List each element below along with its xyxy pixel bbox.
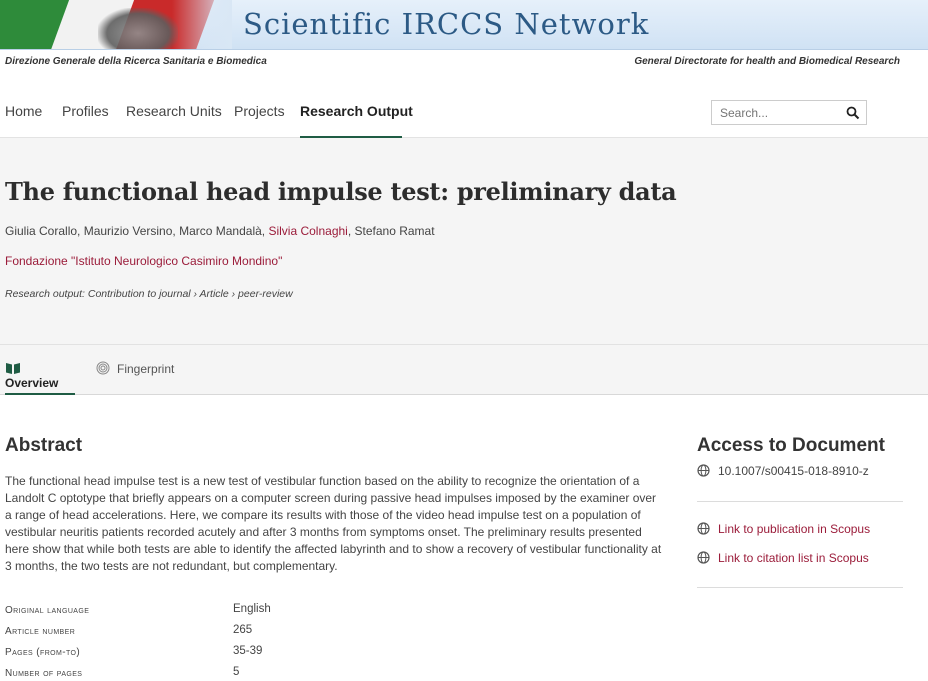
abstract-text: The functional head impulse test is a ne… xyxy=(5,474,662,573)
metadata-row: Pages (from-to) 35-39 xyxy=(5,645,405,666)
globe-icon xyxy=(697,464,710,477)
metadata-value: English xyxy=(233,603,271,615)
tab-fingerprint[interactable]: Fingerprint xyxy=(95,361,174,395)
italian-flag-logo xyxy=(0,0,232,49)
organisation-link[interactable]: Fondazione "Istituto Neurologico Casimir… xyxy=(5,254,282,268)
metadata-value: 35-39 xyxy=(233,645,263,657)
nav-home[interactable]: Home xyxy=(5,103,42,119)
link-publication-scopus[interactable]: Link to publication in Scopus xyxy=(697,522,870,536)
link-citations-scopus[interactable]: Link to citation list in Scopus xyxy=(697,551,869,565)
doi-value[interactable]: 10.1007/s00415-018-8910-z xyxy=(718,464,869,478)
divider xyxy=(697,501,903,502)
banner-subtitle-english: General Directorate for health and Biome… xyxy=(634,56,900,67)
metadata-row: Original language English xyxy=(5,603,405,624)
metadata-key: Number of pages xyxy=(5,668,83,679)
research-output-type: Research output: Contribution to journal… xyxy=(5,288,293,300)
link-publication-label: Link to publication in Scopus xyxy=(718,522,871,536)
metadata-key: Original language xyxy=(5,605,90,616)
search-icon[interactable] xyxy=(846,106,860,120)
banner-title: Scientific IRCCS Network xyxy=(243,7,650,41)
metadata-row: Number of pages 5 xyxy=(5,666,405,681)
fingerprint-icon xyxy=(96,361,110,375)
site-banner: Scientific IRCCS Network xyxy=(0,0,928,50)
tab-overview[interactable]: Overview xyxy=(5,361,75,395)
nav-projects[interactable]: Projects xyxy=(234,103,285,119)
doi-entry: 10.1007/s00415-018-8910-z xyxy=(697,464,869,478)
tab-fingerprint-label: Fingerprint xyxy=(117,362,175,376)
book-icon xyxy=(6,363,20,374)
metadata-value: 5 xyxy=(233,666,240,678)
content-tabs: Overview Fingerprint xyxy=(0,345,928,395)
author-name: , Stefano Ramat xyxy=(347,224,435,238)
abstract-heading: Abstract xyxy=(5,435,83,456)
page-title: The functional head impulse test: prelim… xyxy=(5,177,677,206)
metadata-value: 265 xyxy=(233,624,253,636)
divider xyxy=(697,587,903,588)
metadata-key: Article number xyxy=(5,626,76,637)
metadata-table: Original language English Article number… xyxy=(5,603,405,681)
link-citations-label: Link to citation list in Scopus xyxy=(718,551,869,565)
author-link-silvia-colnaghi[interactable]: Silvia Colnaghi xyxy=(268,224,347,238)
author-name: Giulia Corallo, xyxy=(5,224,84,238)
banner-subtitle-italian: Direzione Generale della Ricerca Sanitar… xyxy=(5,56,267,67)
nav-profiles[interactable]: Profiles xyxy=(62,103,109,119)
author-list: Giulia Corallo, Maurizio Versino, Marco … xyxy=(5,224,435,238)
search-input[interactable] xyxy=(712,101,836,124)
tab-overview-label: Overview xyxy=(5,376,59,390)
nav-research-output[interactable]: Research Output xyxy=(300,103,413,119)
access-document-heading: Access to Document xyxy=(697,435,885,456)
main-nav: Home Profiles Research Units Projects Re… xyxy=(0,80,928,138)
globe-icon xyxy=(697,551,710,564)
article-header: The functional head impulse test: prelim… xyxy=(0,138,928,345)
author-name: Marco Mandalà, xyxy=(179,224,269,238)
author-name: Maurizio Versino, xyxy=(83,224,180,238)
nav-research-units[interactable]: Research Units xyxy=(126,103,222,119)
search-box xyxy=(711,100,867,125)
globe-icon xyxy=(697,522,710,535)
metadata-key: Pages (from-to) xyxy=(5,647,81,658)
metadata-row: Article number 265 xyxy=(5,624,405,645)
